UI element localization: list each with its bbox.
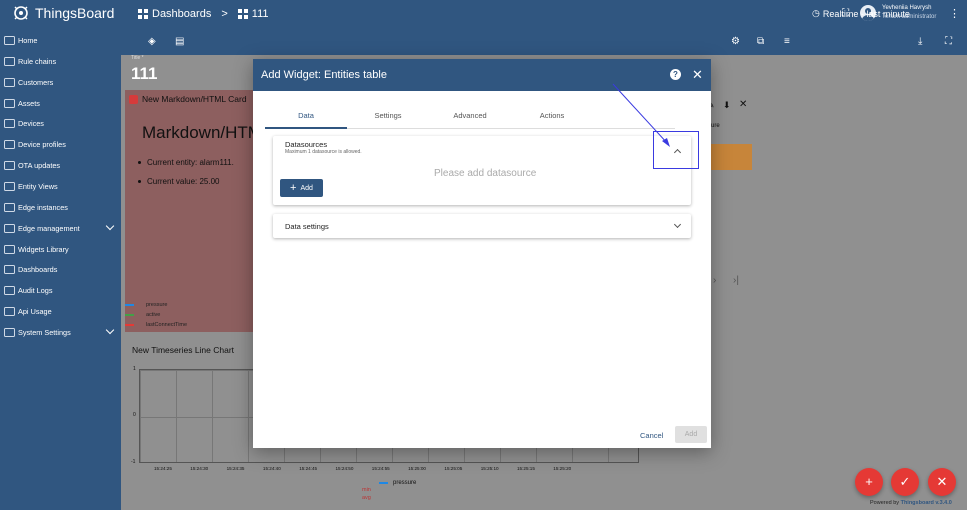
apply-fab-button[interactable]: ✓ <box>891 468 919 496</box>
powered-by: Powered by Thingsboard v.3.4.0 <box>870 500 952 506</box>
add-fab-button[interactable]: + <box>855 468 883 496</box>
annotation-arrow <box>612 83 670 147</box>
annotation-box <box>653 131 699 169</box>
discard-fab-button[interactable]: ✕ <box>928 468 956 496</box>
